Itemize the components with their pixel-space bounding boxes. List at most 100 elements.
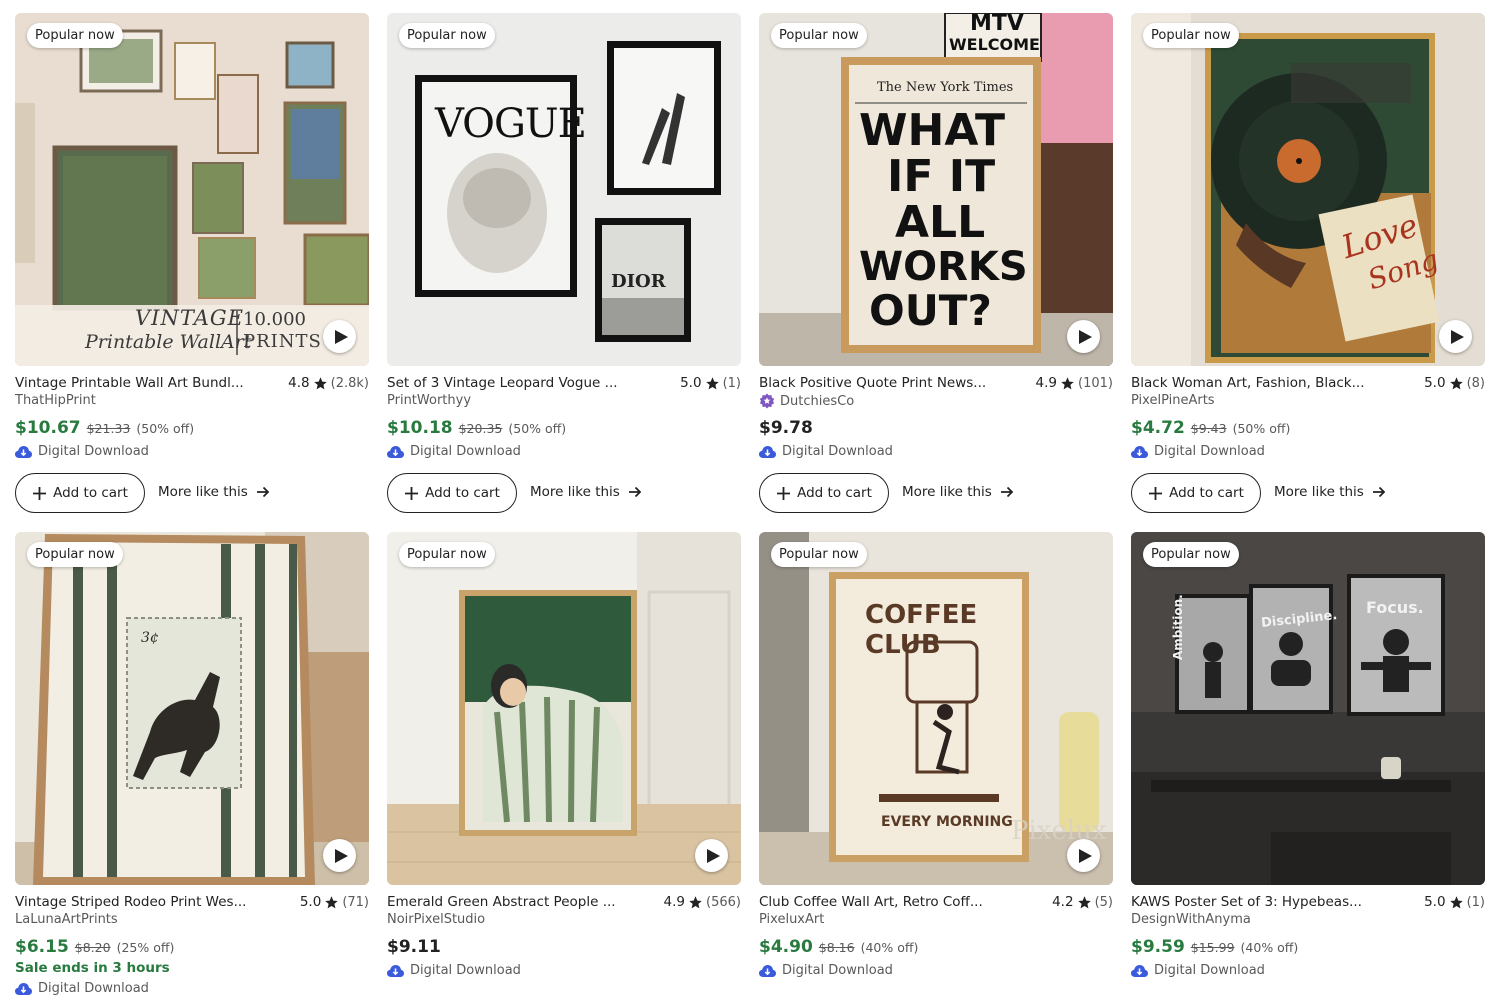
overlay-text: 3¢ (141, 630, 159, 646)
overlay-text: CLUB (865, 630, 941, 660)
product-image[interactable]: Ambition. Discipline. Focus. Popular now (1131, 532, 1485, 885)
plus-icon (1149, 486, 1163, 500)
rating-value: 4.9 (1035, 375, 1058, 391)
product-image[interactable]: VINTAGE Printable WallArt 10.000 PRINTS … (15, 13, 369, 366)
add-to-cart-button[interactable]: Add to cart (387, 473, 517, 513)
product-image[interactable]: Popular now (387, 532, 741, 885)
add-to-cart-label: Add to cart (1169, 485, 1244, 501)
product-image[interactable]: MTV WELCOME The New York Times WHAT IF I… (759, 13, 1113, 366)
shop-link[interactable]: DutchiesCo (759, 393, 854, 409)
play-video-button[interactable] (323, 320, 356, 353)
popular-badge: Popular now (27, 23, 123, 48)
product-image[interactable]: 3¢ Popular now (15, 532, 369, 885)
price-row: $9.59 $15.99 (40% off) (1131, 937, 1298, 957)
original-price: $20.35 (458, 421, 503, 436)
add-to-cart-label: Add to cart (797, 485, 872, 501)
star-icon (1077, 895, 1091, 908)
star-seller-badge-icon (759, 393, 775, 409)
add-to-cart-label: Add to cart (425, 485, 500, 501)
overlay-text: PRINTS (243, 331, 322, 352)
digital-download: Digital Download (1131, 444, 1265, 459)
rating: 5.0 (1) (680, 375, 741, 391)
popular-badge: Popular now (399, 542, 495, 567)
overlay-text: WHAT (859, 105, 1006, 156)
star-icon (313, 376, 327, 389)
popular-badge: Popular now (399, 23, 495, 48)
play-icon (1450, 329, 1464, 344)
more-like-this-link[interactable]: More like this (158, 484, 270, 500)
popular-badge: Popular now (27, 542, 123, 567)
shop-name[interactable]: PrintWorthyy (387, 393, 471, 408)
shop-name[interactable]: PixeluxArt (759, 912, 824, 927)
product-title[interactable]: Black Woman Art, Fashion, Black... (1131, 375, 1365, 391)
product-title[interactable]: Vintage Striped Rodeo Print Wes... (15, 894, 246, 910)
product-title[interactable]: Club Coffee Wall Art, Retro Coff... (759, 894, 983, 910)
product-image-art (387, 13, 741, 366)
product-title[interactable]: Vintage Printable Wall Art Bundl... (15, 375, 244, 391)
more-like-this-link[interactable]: More like this (1274, 484, 1386, 500)
digital-download-label: Digital Download (782, 444, 893, 459)
shop-name[interactable]: LaLunaArtPrints (15, 912, 118, 927)
popular-badge: Popular now (771, 542, 867, 567)
product-image-art (15, 532, 369, 885)
rating: 5.0 (71) (300, 894, 369, 910)
arrow-right-icon (1372, 486, 1386, 498)
more-like-this-link[interactable]: More like this (530, 484, 642, 500)
rating: 4.2 (5) (1052, 894, 1113, 910)
play-icon (1078, 329, 1092, 344)
sale-price: $10.67 (15, 418, 81, 438)
product-image[interactable]: VOGUE DIOR Popular now (387, 13, 741, 366)
product-title[interactable]: Set of 3 Vintage Leopard Vogue ... (387, 375, 618, 391)
original-price: $15.99 (1190, 940, 1235, 955)
digital-download: Digital Download (15, 444, 149, 459)
listing-grid: VINTAGE Printable WallArt 10.000 PRINTS … (0, 0, 1500, 1006)
product-title[interactable]: Emerald Green Abstract People ... (387, 894, 616, 910)
price-row: $10.18 $20.35 (50% off) (387, 418, 566, 438)
shop-name[interactable]: NoirPixelStudio (387, 912, 485, 927)
more-like-this-link[interactable]: More like this (902, 484, 1014, 500)
star-icon (689, 895, 702, 908)
rating-value: 5.0 (299, 894, 322, 910)
popular-badge: Popular now (1143, 23, 1239, 48)
add-to-cart-button[interactable]: Add to cart (759, 473, 889, 513)
product-title[interactable]: KAWS Poster Set of 3: Hypebeas... (1131, 894, 1362, 910)
arrow-right-icon (1000, 486, 1014, 498)
shop-name[interactable]: ThatHipPrint (15, 393, 96, 408)
discount: (50% off) (508, 421, 567, 436)
rating: 5.0 (1) (1424, 894, 1485, 910)
shop-name[interactable]: PixelPineArts (1131, 393, 1215, 408)
overlay-text: Ambition. (1171, 594, 1185, 660)
play-icon (334, 848, 348, 863)
rating-value: 5.0 (680, 375, 702, 391)
discount: (25% off) (116, 940, 175, 955)
play-video-button[interactable] (1067, 839, 1100, 872)
more-like-this-label: More like this (902, 484, 992, 500)
price: $9.78 (759, 418, 813, 438)
cloud-download-icon (1131, 445, 1148, 458)
add-to-cart-button[interactable]: Add to cart (15, 473, 145, 513)
product-image[interactable]: COFFEE CLUB EVERY MORNING Pixelux Popula… (759, 532, 1113, 885)
popular-badge: Popular now (771, 23, 867, 48)
product-image[interactable]: Love Song Popular now (1131, 13, 1485, 366)
rating-value: 5.0 (1424, 894, 1446, 910)
overlay-text: DIOR (611, 271, 666, 292)
review-count: (71) (342, 894, 369, 910)
overlay-text: Printable WallArt (85, 331, 252, 353)
digital-download-label: Digital Download (410, 444, 521, 459)
rating-value: 5.0 (1424, 375, 1446, 391)
shop-name[interactable]: DesignWithAnyma (1131, 912, 1251, 927)
add-to-cart-button[interactable]: Add to cart (1131, 473, 1261, 513)
original-price: $21.33 (86, 421, 131, 436)
product-image-art (1131, 532, 1485, 885)
cloud-download-icon (759, 445, 776, 458)
play-video-button[interactable] (695, 839, 728, 872)
overlay-text: OUT? (869, 286, 992, 335)
plus-icon (33, 486, 47, 500)
more-like-this-label: More like this (1274, 484, 1364, 500)
play-video-button[interactable] (1067, 320, 1100, 353)
review-count: (101) (1078, 375, 1113, 391)
overlay-text: VOGUE (435, 101, 587, 147)
play-video-button[interactable] (1439, 320, 1472, 353)
play-video-button[interactable] (323, 839, 356, 872)
product-title[interactable]: Black Positive Quote Print News... (759, 375, 986, 391)
